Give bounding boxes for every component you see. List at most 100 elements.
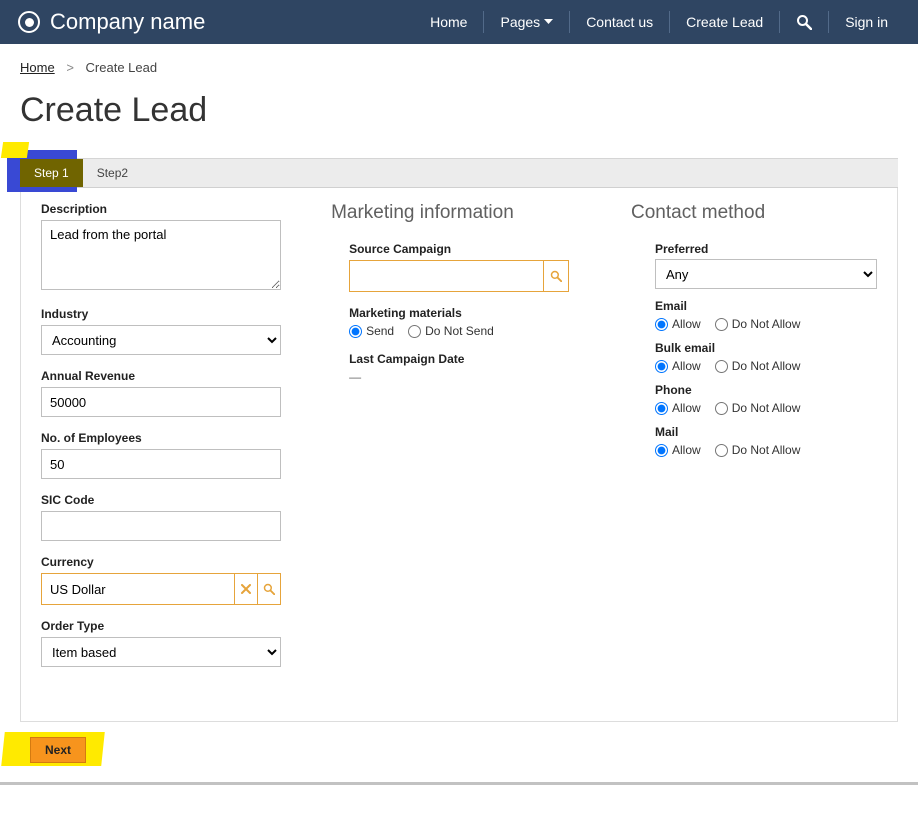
tab-step1[interactable]: Step 1 — [20, 159, 83, 187]
radio-marketing-send[interactable]: Send — [349, 324, 394, 338]
nav-create-lead[interactable]: Create Lead — [669, 11, 779, 33]
source-campaign-search-button[interactable] — [543, 261, 568, 291]
brand[interactable]: Company name — [18, 9, 205, 35]
close-icon — [241, 584, 251, 594]
breadcrumb-separator: > — [66, 60, 74, 75]
nav-signin-label: Sign in — [845, 14, 888, 30]
contact-method-heading: Contact method — [631, 202, 877, 224]
breadcrumb-current: Create Lead — [86, 60, 158, 75]
industry-label: Industry — [41, 307, 307, 321]
annual-revenue-input[interactable] — [41, 387, 281, 417]
sic-code-input[interactable] — [41, 511, 281, 541]
description-input[interactable] — [41, 220, 281, 290]
page-title: Create Lead — [0, 81, 918, 158]
page-bottom-rule — [0, 782, 918, 785]
radio-mail-allow-input[interactable] — [655, 444, 668, 457]
marketing-materials-label: Marketing materials — [349, 306, 607, 320]
nav-pages[interactable]: Pages — [483, 11, 569, 33]
fg-order-type: Order Type Item based — [41, 619, 307, 667]
tab-step1-label: Step 1 — [34, 166, 69, 180]
radio-email-allow-label: Allow — [672, 317, 701, 331]
mail-radio-group: Allow Do Not Allow — [655, 443, 877, 457]
mail-label: Mail — [655, 425, 877, 439]
radio-phone-donotallow[interactable]: Do Not Allow — [715, 401, 801, 415]
radio-email-donotallow-input[interactable] — [715, 318, 728, 331]
nav-home-label: Home — [430, 14, 467, 30]
radio-marketing-donotsend[interactable]: Do Not Send — [408, 324, 494, 338]
radio-phone-donotallow-input[interactable] — [715, 402, 728, 415]
radio-mail-allow[interactable]: Allow — [655, 443, 701, 457]
num-employees-label: No. of Employees — [41, 431, 307, 445]
nav-home[interactable]: Home — [414, 11, 483, 33]
fg-annual-revenue: Annual Revenue — [41, 369, 307, 417]
tab-step2[interactable]: Step2 — [83, 159, 142, 187]
fg-mail-allow: Mail Allow Do Not Allow — [655, 425, 877, 457]
currency-clear-button[interactable] — [235, 573, 258, 605]
currency-input[interactable] — [41, 573, 235, 605]
marketing-materials-radio-group: Send Do Not Send — [349, 324, 607, 338]
col-details: Description Industry Accounting Annual R… — [41, 202, 307, 681]
brand-logo-icon — [18, 11, 40, 33]
last-campaign-date-value: — — [349, 370, 607, 384]
fg-last-campaign-date: Last Campaign Date — — [349, 352, 607, 384]
radio-email-donotallow[interactable]: Do Not Allow — [715, 317, 801, 331]
currency-label: Currency — [41, 555, 307, 569]
preferred-select[interactable]: Any — [655, 259, 877, 289]
fg-preferred: Preferred Any — [655, 242, 877, 289]
wizard-tabs: Step 1 Step2 — [20, 158, 898, 188]
order-type-label: Order Type — [41, 619, 307, 633]
radio-email-allow[interactable]: Allow — [655, 317, 701, 331]
nav-signin[interactable]: Sign in — [828, 11, 904, 33]
fg-marketing-materials: Marketing materials Send Do Not Send — [349, 306, 607, 338]
fg-sic-code: SIC Code — [41, 493, 307, 541]
nav-create-lead-label: Create Lead — [686, 14, 763, 30]
radio-bulkemail-allow-input[interactable] — [655, 360, 668, 373]
primary-nav: Home Pages Contact us Create Lead Sign i… — [414, 0, 918, 44]
radio-bulkemail-donotallow-label: Do Not Allow — [732, 359, 801, 373]
nav-search[interactable] — [779, 11, 828, 33]
fg-bulk-email-allow: Bulk email Allow Do Not Allow — [655, 341, 877, 373]
next-button[interactable]: Next — [30, 737, 86, 763]
order-type-select[interactable]: Item based — [41, 637, 281, 667]
radio-email-allow-input[interactable] — [655, 318, 668, 331]
fg-source-campaign: Source Campaign — [349, 242, 607, 292]
breadcrumb: Home > Create Lead — [0, 44, 918, 81]
radio-mail-donotallow-label: Do Not Allow — [732, 443, 801, 457]
col-marketing: Marketing information Source Campaign Ma… — [331, 202, 607, 681]
form-panel: Description Industry Accounting Annual R… — [20, 188, 898, 722]
nav-pages-label: Pages — [500, 14, 540, 30]
fg-industry: Industry Accounting — [41, 307, 307, 355]
radio-bulkemail-donotallow[interactable]: Do Not Allow — [715, 359, 801, 373]
radio-mail-donotallow[interactable]: Do Not Allow — [715, 443, 801, 457]
radio-bulkemail-donotallow-input[interactable] — [715, 360, 728, 373]
currency-search-button[interactable] — [258, 573, 281, 605]
nav-contact-label: Contact us — [586, 14, 653, 30]
currency-lookup — [41, 573, 281, 605]
bulk-email-label: Bulk email — [655, 341, 877, 355]
industry-select[interactable]: Accounting — [41, 325, 281, 355]
radio-mail-donotallow-input[interactable] — [715, 444, 728, 457]
radio-mail-allow-label: Allow — [672, 443, 701, 457]
source-campaign-label: Source Campaign — [349, 242, 607, 256]
source-campaign-lookup — [349, 260, 569, 292]
breadcrumb-home[interactable]: Home — [20, 60, 55, 75]
radio-bulkemail-allow[interactable]: Allow — [655, 359, 701, 373]
description-label: Description — [41, 202, 307, 216]
radio-marketing-donotsend-input[interactable] — [408, 325, 421, 338]
search-icon — [550, 270, 562, 282]
wizard-footer: Next — [20, 736, 120, 770]
num-employees-input[interactable] — [41, 449, 281, 479]
email-radio-group: Allow Do Not Allow — [655, 317, 877, 331]
radio-email-donotallow-label: Do Not Allow — [732, 317, 801, 331]
radio-phone-donotallow-label: Do Not Allow — [732, 401, 801, 415]
radio-phone-allow[interactable]: Allow — [655, 401, 701, 415]
last-campaign-date-label: Last Campaign Date — [349, 352, 607, 366]
fg-currency: Currency — [41, 555, 307, 605]
annual-revenue-label: Annual Revenue — [41, 369, 307, 383]
phone-label: Phone — [655, 383, 877, 397]
radio-marketing-send-input[interactable] — [349, 325, 362, 338]
nav-contact-us[interactable]: Contact us — [569, 11, 669, 33]
radio-phone-allow-label: Allow — [672, 401, 701, 415]
source-campaign-input[interactable] — [350, 261, 543, 291]
radio-phone-allow-input[interactable] — [655, 402, 668, 415]
